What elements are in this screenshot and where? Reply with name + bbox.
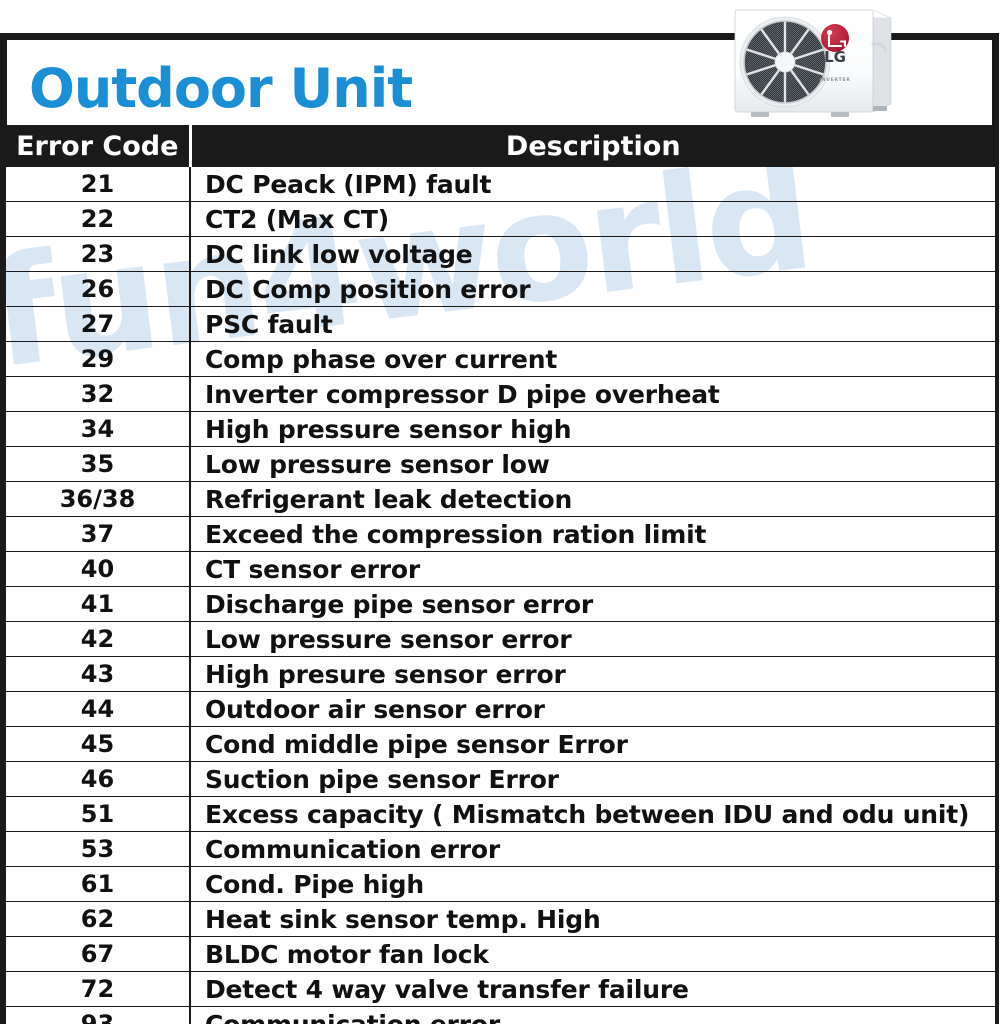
svg-text:INVERTER: INVERTER [819,77,850,83]
cell-description: Cond middle pipe sensor Error [189,726,997,762]
table-row: 51 Excess capacity ( Mismatch between IDU… [4,796,997,832]
svg-text:LG: LG [824,48,846,66]
cell-description: Refrigerant leak detection [189,481,997,517]
cell-error-code: 42 [4,621,191,657]
cell-error-code: 53 [4,831,191,867]
cell-error-code: 23 [4,236,191,272]
cell-error-code: 26 [4,271,191,307]
cell-error-code: 67 [4,936,191,972]
table-row: 61 Cond. Pipe high [4,866,997,902]
cell-error-code: 35 [4,446,191,482]
cell-error-code: 41 [4,586,191,622]
cell-description: CT2 (Max CT) [189,201,997,237]
table-row: 62 Heat sink sensor temp. High [4,901,997,937]
cell-description: Low pressure sensor low [189,446,997,482]
table-row: 21 DC Peack (IPM) fault [4,165,997,202]
cell-description: DC link low voltage [189,236,997,272]
cell-error-code: 46 [4,761,191,797]
cell-error-code: 32 [4,376,191,412]
table-row: 23 DC link low voltage [4,236,997,272]
table-row: 40 CT sensor error [4,551,997,587]
table-row: 37 Exceed the compression ration limit [4,516,997,552]
table-row: 29 Comp phase over current [4,341,997,377]
cell-error-code: 62 [4,901,191,937]
column-header-error-code: Error Code [4,125,192,167]
error-code-table-container: Error Code Description 21 DC Peack (IPM) … [4,125,997,1024]
page-title: Outdoor Unit [29,57,413,120]
cell-description: Heat sink sensor temp. High [189,901,997,937]
frame-right-edge [995,33,999,1024]
cell-error-code: 37 [4,516,191,552]
error-code-table: Error Code Description 21 DC Peack (IPM) … [4,125,997,1024]
cell-description: CT sensor error [189,551,997,587]
cell-error-code: 45 [4,726,191,762]
cell-error-code: 34 [4,411,191,447]
cell-description: Excess capacity ( Mismatch between IDU a… [189,796,997,832]
cell-description: Outdoor air sensor error [189,691,997,727]
table-row: 45 Cond middle pipe sensor Error [4,726,997,762]
table-row: 72 Detect 4 way valve transfer failure [4,971,997,1007]
frame-left-edge [0,33,4,1024]
table-row: 93 Communication error [4,1006,997,1024]
table-row: 67 BLDC motor fan lock [4,936,997,972]
lg-outdoor-unit-photo: LG INVERTER [723,0,895,124]
cell-description: Suction pipe sensor Error [189,761,997,797]
column-header-description: Description [189,125,997,167]
cell-description: Communication error [189,831,997,867]
outdoor-unit-illustration: LG INVERTER [734,9,892,117]
cell-description: Detect 4 way valve transfer failure [189,971,997,1007]
table-row: 27 PSC fault [4,306,997,342]
cell-description: Cond. Pipe high [189,866,997,902]
cell-error-code: 51 [4,796,191,832]
table-header-row: Error Code Description [4,125,997,167]
table-row: 34 High pressure sensor high [4,411,997,447]
table-row: 22 CT2 (Max CT) [4,201,997,237]
table-row: 42 Low pressure sensor error [4,621,997,657]
table-row: 46 Suction pipe sensor Error [4,761,997,797]
cell-error-code: 93 [4,1006,191,1024]
cell-error-code: 44 [4,691,191,727]
cell-description: High pressure sensor high [189,411,997,447]
cell-description: High presure sensor error [189,656,997,692]
cell-error-code: 36/38 [4,481,191,517]
table-body: 21 DC Peack (IPM) fault 22 CT2 (Max CT) 23 DC… [4,165,997,1024]
table-row: 44 Outdoor air sensor error [4,691,997,727]
cell-error-code: 22 [4,201,191,237]
cell-description: Low pressure sensor error [189,621,997,657]
cell-error-code: 29 [4,341,191,377]
table-row: 26 DC Comp position error [4,271,997,307]
table-row: 35 Low pressure sensor low [4,446,997,482]
table-header: Error Code Description [4,125,997,167]
cell-error-code: 61 [4,866,191,902]
cell-description: Exceed the compression ration limit [189,516,997,552]
table-row: 53 Communication error [4,831,997,867]
error-code-chart-page: fun4world Outdoor Unit LG INVERTER Error… [0,0,1000,1024]
cell-error-code: 27 [4,306,191,342]
cell-description: BLDC motor fan lock [189,936,997,972]
cell-description: Discharge pipe sensor error [189,586,997,622]
table-row: 41 Discharge pipe sensor error [4,586,997,622]
cell-error-code: 40 [4,551,191,587]
cell-description: Communication error [189,1006,997,1024]
table-row: 43 High presure sensor error [4,656,997,692]
cell-description: DC Peack (IPM) fault [189,165,997,202]
cell-description: Comp phase over current [189,341,997,377]
cell-description: Inverter compressor D pipe overheat [189,376,997,412]
table-row: 36/38 Refrigerant leak detection [4,481,997,517]
table-row: 32 Inverter compressor D pipe overheat [4,376,997,412]
cell-error-code: 43 [4,656,191,692]
cell-error-code: 21 [4,165,191,202]
cell-error-code: 72 [4,971,191,1007]
cell-description: PSC fault [189,306,997,342]
cell-description: DC Comp position error [189,271,997,307]
